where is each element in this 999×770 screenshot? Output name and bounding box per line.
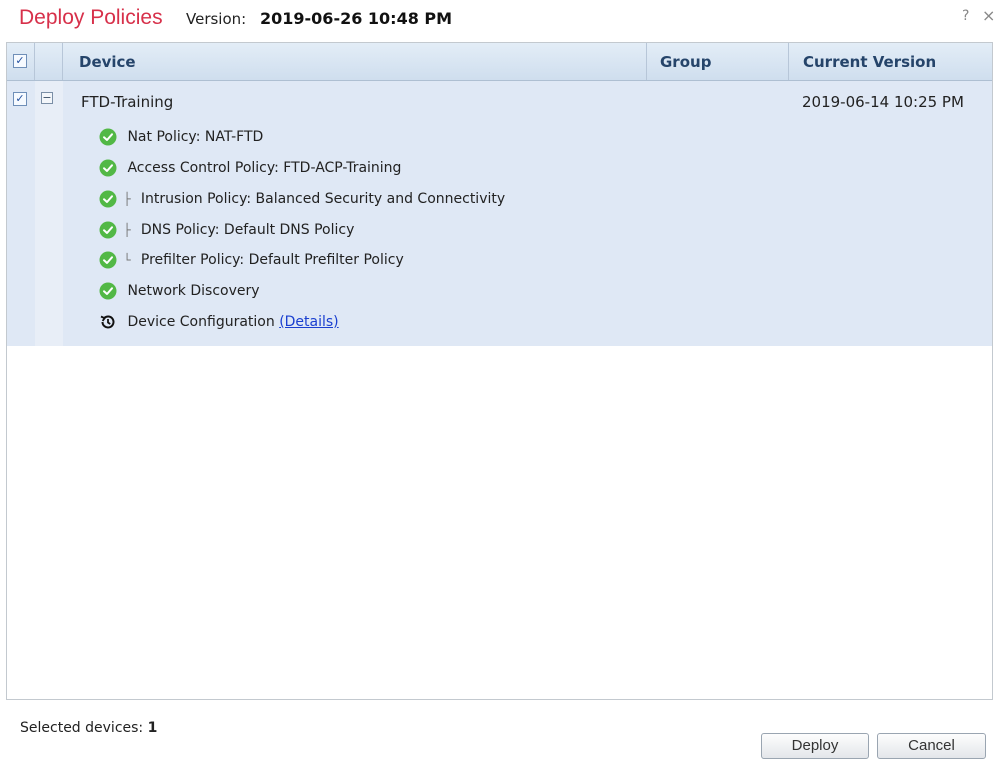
policy-item-label: Intrusion Policy: Balanced Security and … [140,191,506,207]
cancel-button[interactable]: Cancel [877,733,986,759]
policy-item-label: DNS Policy: Default DNS Policy [140,222,355,238]
policy-item-nat: Nat Policy: NAT-FTD [99,128,263,150]
policy-item-device-configuration: Device Configuration (Details) [99,313,339,335]
device-checkbox[interactable]: ✓ [13,92,27,106]
tree-branch-icon: ├ [123,223,131,237]
device-current-version: 2019-06-14 10:25 PM [802,93,964,111]
check-circle-icon [99,159,117,177]
selected-devices-summary: Selected devices: 1 [20,720,157,736]
header-group-cell[interactable]: Group [647,43,789,80]
header-select-cell: ✓ [7,43,35,80]
check-circle-icon [99,221,117,239]
dialog-title-bar: Deploy Policies Version: 2019-06-26 10:4… [0,0,999,38]
header-version-cell[interactable]: Current Version [789,43,992,80]
selected-devices-label: Selected devices: [20,720,144,736]
version-label: Version: [186,10,247,28]
policy-item-dns: ├ DNS Policy: Default DNS Policy [99,221,354,243]
policy-item-label: Device Configuration [127,314,275,330]
policy-item-network-discovery: Network Discovery [99,282,260,304]
devices-grid: ✓ Device Group Current Version ✓ − FTD-T… [6,42,993,700]
column-header-group[interactable]: Group [660,53,711,71]
expand-column [35,81,63,346]
selected-devices-count: 1 [147,720,158,736]
device-name: FTD-Training [81,93,174,111]
policy-item-label: Network Discovery [127,283,260,299]
policy-item-access-control: Access Control Policy: FTD-ACP-Training [99,159,401,181]
policy-item-intrusion: ├ Intrusion Policy: Balanced Security an… [99,190,505,212]
policy-item-label: Access Control Policy: FTD-ACP-Training [127,160,402,176]
collapse-toggle[interactable]: − [41,92,53,104]
device-row[interactable] [7,81,992,346]
help-icon[interactable]: ? [962,8,969,24]
header-expand-cell [35,43,63,80]
check-circle-icon [99,282,117,300]
details-link[interactable]: (Details) [279,314,338,330]
close-icon[interactable]: × [982,6,995,25]
policy-item-label: Prefilter Policy: Default Prefilter Poli… [140,252,404,268]
check-circle-icon [99,251,117,269]
version-value: 2019-06-26 10:48 PM [260,9,453,28]
tree-last-branch-icon: └ [123,253,131,267]
column-header-device[interactable]: Device [79,53,136,71]
deploy-button[interactable]: Deploy [761,733,869,759]
grid-header: ✓ Device Group Current Version [7,43,992,81]
column-header-current-version[interactable]: Current Version [803,53,936,71]
history-icon [100,315,115,329]
tree-branch-icon: ├ [123,192,131,206]
check-circle-icon [99,190,117,208]
policy-item-prefilter: └ Prefilter Policy: Default Prefilter Po… [99,251,404,273]
check-circle-icon [99,128,117,146]
dialog-title: Deploy Policies [19,6,163,29]
policy-item-label: Nat Policy: NAT-FTD [127,129,264,145]
select-all-checkbox[interactable]: ✓ [13,54,27,68]
header-device-cell[interactable]: Device [63,43,647,80]
